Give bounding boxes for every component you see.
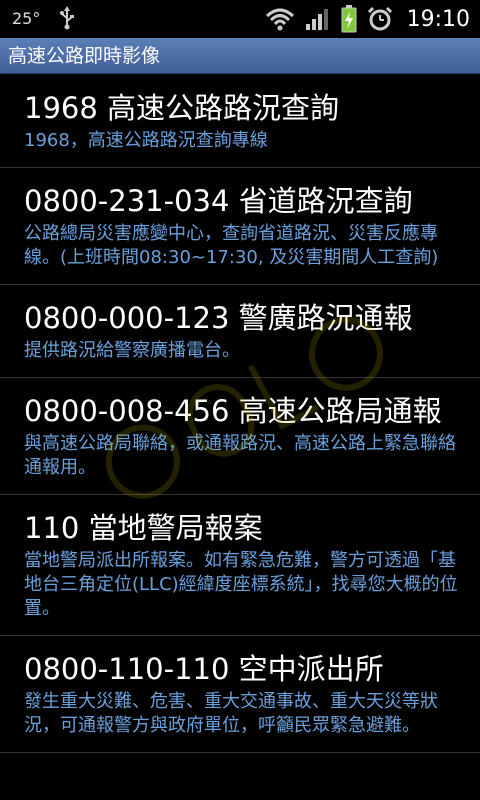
app-title: 高速公路即時影像 [8, 45, 161, 67]
item-title: 0800-000-123 警廣路況通報 [24, 301, 413, 335]
item-description: 當地警局派出所報案。如有緊急危難，警方可透過「基地台三角定位(LLC)經緯度座標… [24, 550, 458, 619]
usb-icon [60, 6, 74, 30]
list-item[interactable]: 0800-110-110 空中派出所 發生重大災難、危害、重大交通事故、重大天災… [0, 636, 480, 753]
item-description: 公路總局災害應變中心，查詢省道路況、災害反應專線。(上班時間08:30~17:3… [24, 223, 439, 268]
clock: 19:10 [406, 6, 470, 32]
list-item[interactable]: 110 當地警局報案 當地警局派出所報案。如有緊急危難，警方可透過「基地台三角定… [0, 495, 480, 636]
app-title-bar: 高速公路即時影像 [0, 38, 480, 74]
list-item[interactable]: 1968 高速公路路況查詢 1968，高速公路路況查詢專線 [0, 75, 480, 168]
item-title: 1968 高速公路路況查詢 [24, 91, 340, 125]
item-title: 0800-008-456 高速公路局通報 [24, 394, 442, 428]
list-item[interactable]: 0800-000-123 警廣路況通報 提供路況給警察廣播電台。 [0, 285, 480, 378]
item-description: 與高速公路局聯絡，或通報路況、高速公路上緊急聯絡通報用。 [24, 433, 456, 478]
item-description: 1968，高速公路路況查詢專線 [24, 130, 268, 151]
wifi-icon [265, 8, 294, 31]
temperature-indicator: 25° [12, 9, 41, 28]
item-title: 110 當地警局報案 [24, 511, 263, 545]
list-item[interactable]: 0800-231-034 省道路況查詢 公路總局災害應變中心，查詢省道路況、災害… [0, 168, 480, 285]
signal-icon [305, 9, 328, 30]
item-description: 提供路況給警察廣播電台。 [24, 340, 240, 361]
item-title: 0800-110-110 空中派出所 [24, 652, 384, 686]
status-bar: 25° 19:10 [0, 0, 480, 38]
list-item[interactable]: 0800-008-456 高速公路局通報 與高速公路局聯絡，或通報路況、高速公路… [0, 378, 480, 495]
hotline-list: 1968 高速公路路況查詢 1968，高速公路路況查詢專線 0800-231-0… [0, 75, 480, 753]
alarm-icon [367, 6, 392, 31]
item-description: 發生重大災難、危害、重大交通事故、重大天災等狀況，可通報警方與政府單位，呼籲民眾… [24, 691, 438, 736]
battery-icon [341, 5, 357, 33]
item-title: 0800-231-034 省道路況查詢 [24, 184, 413, 218]
